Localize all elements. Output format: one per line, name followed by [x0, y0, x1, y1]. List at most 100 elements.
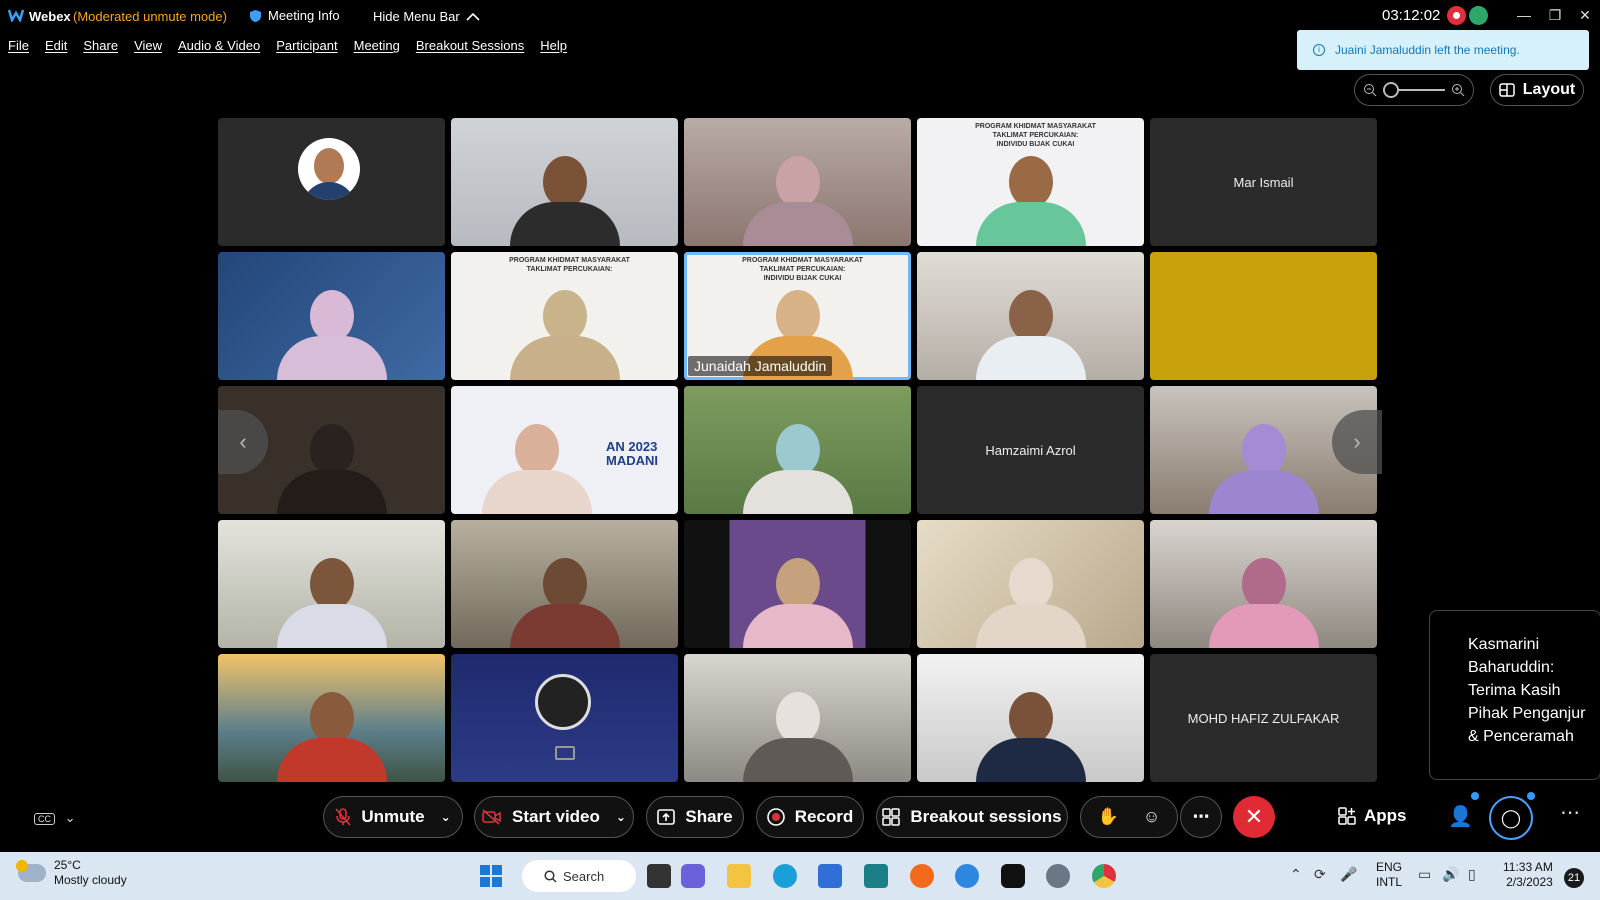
network-stats-icon[interactable]: [1469, 6, 1488, 25]
chat-icon: ◯: [1500, 807, 1522, 828]
ellipsis-icon: ⋯: [1192, 807, 1210, 826]
participant-tile[interactable]: [451, 520, 678, 648]
file-explorer-icon[interactable]: [727, 864, 751, 888]
participant-tile[interactable]: [451, 118, 678, 246]
chat-message-popup[interactable]: Kasmarini Baharuddin: Terima Kasih Pihak…: [1429, 610, 1600, 780]
clock-date: 2/3/2023: [1506, 875, 1553, 889]
participant-video: [276, 558, 387, 648]
clock-time: 11:33 AM: [1503, 860, 1553, 874]
task-view-icon[interactable]: [647, 864, 671, 888]
participant-video: [975, 156, 1086, 246]
notification-dot: [1471, 792, 1479, 800]
zoom-knob[interactable]: [1383, 82, 1399, 98]
chat-button[interactable]: ◯: [1489, 796, 1533, 840]
chrome-icon[interactable]: [1092, 864, 1116, 888]
participant-tile[interactable]: [917, 520, 1144, 648]
participant-tile[interactable]: [1150, 252, 1377, 380]
record-button[interactable]: Record: [756, 796, 864, 838]
more-icon[interactable]: ⋯: [1560, 800, 1580, 825]
close-icon[interactable]: ✕: [1570, 3, 1600, 27]
network-icon[interactable]: ▭: [1418, 866, 1431, 883]
recording-indicator-icon[interactable]: [1447, 6, 1466, 25]
layout-button[interactable]: Layout: [1490, 74, 1584, 106]
participants-icon[interactable]: 👤: [1448, 804, 1473, 829]
participant-tile[interactable]: PROGRAM KHIDMAT MASYARAKAT TAKLIMAT PERCU…: [917, 118, 1144, 246]
minimize-icon[interactable]: —: [1509, 3, 1539, 27]
banner-text: PROGRAM KHIDMAT MASYARAKAT TAKLIMAT PERCU…: [509, 257, 630, 273]
sync-icon[interactable]: ⟳: [1314, 866, 1326, 883]
webex-logo-icon: [8, 9, 24, 22]
emoji-reaction-icon[interactable]: ☺: [1143, 807, 1160, 827]
edge-browser-icon[interactable]: [773, 864, 797, 888]
participant-tile[interactable]: [917, 252, 1144, 380]
participant-tile[interactable]: MOHD HAFIZ ZULFAKAR: [1150, 654, 1377, 782]
participant-tile[interactable]: Mar Ismail: [1150, 118, 1377, 246]
share-button[interactable]: Share: [646, 796, 744, 838]
participant-tile[interactable]: [218, 520, 445, 648]
start-video-button[interactable]: Start video ⌄: [474, 796, 634, 838]
chevron-down-icon[interactable]: ⌄: [616, 810, 626, 824]
notification-count-badge[interactable]: 21: [1564, 868, 1584, 888]
zoom-out-icon[interactable]: [1363, 83, 1377, 97]
windows-start-icon[interactable]: [479, 864, 503, 888]
hide-menu-bar-button[interactable]: Hide Menu Bar: [373, 9, 480, 24]
menu-help[interactable]: Help: [540, 38, 567, 53]
unmute-button[interactable]: Unmute ⌄: [323, 796, 463, 838]
leave-meeting-button[interactable]: ✕: [1233, 796, 1275, 838]
participant-tile[interactable]: [684, 118, 911, 246]
participant-tile[interactable]: [218, 118, 445, 246]
participant-tile[interactable]: [451, 654, 678, 782]
zoom-in-icon[interactable]: [1451, 83, 1465, 97]
chevron-down-icon[interactable]: ⌄: [441, 810, 451, 824]
participant-tile[interactable]: [684, 654, 911, 782]
app-icon[interactable]: [864, 864, 888, 888]
menu-view[interactable]: View: [134, 38, 162, 53]
participant-tile[interactable]: [684, 520, 911, 648]
participant-tile[interactable]: [684, 386, 911, 514]
participant-video: [742, 692, 853, 782]
breakout-sessions-button[interactable]: Breakout sessions: [876, 796, 1068, 838]
banner-text: PROGRAM KHIDMAT MASYARAKAT TAKLIMAT PERCU…: [975, 123, 1096, 148]
zoom-slider[interactable]: [1354, 74, 1474, 106]
menu-breakout-sessions[interactable]: Breakout Sessions: [416, 38, 524, 53]
participant-tile[interactable]: PROGRAM KHIDMAT MASYARAKAT TAKLIMAT PERCU…: [451, 252, 678, 380]
participant-tile[interactable]: [218, 654, 445, 782]
menu-participant[interactable]: Participant: [276, 38, 337, 53]
close-icon: ✕: [1244, 804, 1264, 829]
taskbar-search[interactable]: Search: [522, 860, 636, 892]
menu-share[interactable]: Share: [83, 38, 118, 53]
mic-muted-tray-icon[interactable]: 🎤: [1340, 866, 1357, 883]
menu-audio-video[interactable]: Audio & Video: [178, 38, 260, 53]
weather-widget[interactable]: 25°C Mostly cloudy: [16, 858, 127, 888]
raise-hand-icon[interactable]: ✋: [1098, 807, 1119, 827]
zoom-track[interactable]: [1383, 82, 1445, 98]
meeting-timer: 03:12:02: [1382, 7, 1441, 24]
closed-captions-button[interactable]: CC ⌄: [34, 810, 76, 826]
system-clock[interactable]: 11:33 AM 2/3/2023: [1503, 860, 1553, 890]
apps-button[interactable]: Apps: [1338, 806, 1407, 826]
menu-file[interactable]: File: [8, 38, 29, 53]
menu-meeting[interactable]: Meeting: [354, 38, 400, 53]
volume-icon[interactable]: 🔊: [1442, 866, 1459, 883]
menu-edit[interactable]: Edit: [45, 38, 67, 53]
battery-icon[interactable]: ▯: [1468, 866, 1476, 883]
teams-chat-icon[interactable]: [681, 864, 705, 888]
chevron-up-icon[interactable]: ⌃: [1290, 866, 1302, 883]
participant-tile[interactable]: Hamzaimi Azrol: [917, 386, 1144, 514]
participant-tile[interactable]: [218, 252, 445, 380]
meeting-info-button[interactable]: Meeting Info: [249, 8, 340, 23]
microsoft-store-icon[interactable]: [818, 864, 842, 888]
participant-tile-active-speaker[interactable]: PROGRAM KHIDMAT MASYARAKAT TAKLIMAT PERCU…: [684, 252, 911, 380]
input-language-indicator[interactable]: ENG INTL: [1376, 860, 1402, 890]
participant-tile[interactable]: AN 2023 MADANI: [451, 386, 678, 514]
participant-tile[interactable]: [1150, 520, 1377, 648]
webex-taskbar-icon[interactable]: [1001, 864, 1025, 888]
settings-gear-icon[interactable]: [1046, 864, 1070, 888]
restore-icon[interactable]: ❐: [1540, 3, 1570, 27]
more-options-button[interactable]: ⋯: [1180, 796, 1222, 838]
participant-tile[interactable]: [917, 654, 1144, 782]
help-app-icon[interactable]: [955, 864, 979, 888]
firefox-icon[interactable]: [910, 864, 934, 888]
participant-video: [482, 424, 593, 514]
participant-video: [509, 290, 620, 380]
